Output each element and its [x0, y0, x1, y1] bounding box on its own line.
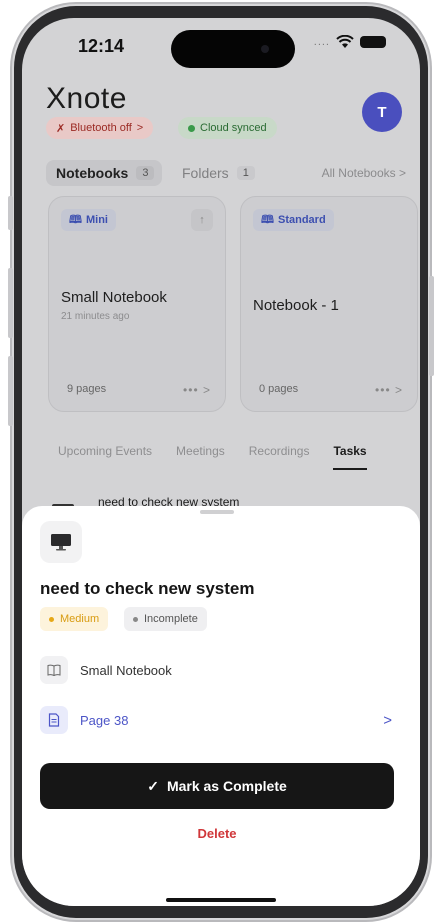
status-time: 12:14 [78, 36, 125, 56]
tab-upcoming-events[interactable]: Upcoming Events [58, 444, 152, 470]
notebook-more-button[interactable]: ••• > [183, 383, 211, 397]
folders-segment[interactable]: Folders 1 [182, 160, 255, 186]
tab-recordings[interactable]: Recordings [249, 444, 310, 470]
mark-complete-button[interactable]: ✓ Mark as Complete [40, 763, 394, 809]
mark-complete-label: Mark as Complete [166, 778, 287, 794]
tab-meetings[interactable]: Meetings [176, 444, 225, 470]
folders-segment-label: Folders [182, 165, 229, 181]
folders-count-badge: 1 [236, 166, 255, 180]
chevron-right-icon: > [383, 711, 392, 729]
app-logo: Xnote [46, 82, 127, 115]
user-avatar[interactable]: T [362, 92, 402, 132]
status-label: Incomplete [144, 613, 198, 625]
priority-label: Medium [60, 613, 100, 625]
dynamic-island [171, 30, 295, 68]
notebook-title: Notebook - 1 [253, 297, 339, 314]
cloud-status-dot [188, 124, 195, 132]
battery-icon [360, 36, 386, 48]
sheet-drag-handle[interactable] [200, 510, 234, 514]
book-icon: 🕮 [69, 213, 82, 226]
notebook-title: Small Notebook [61, 289, 167, 306]
content-tabs: Upcoming Events Meetings Recordings Task… [58, 444, 418, 470]
notebook-updated-time: 21 minutes ago [61, 311, 130, 322]
notebooks-segment-label: Notebooks [56, 165, 129, 181]
notebooks-count-badge: 3 [136, 166, 155, 180]
chevron-right-icon: > [136, 122, 144, 134]
cloud-status-label: Cloud synced [200, 122, 267, 134]
bluetooth-off-icon: ✗ [56, 122, 66, 135]
notebook-more-button[interactable]: ••• > [375, 383, 403, 397]
app-screen: 12:14 .... Xnote T ✗ Bluetooth off > Clo… [22, 18, 420, 906]
notebook-size-label: Mini [85, 214, 108, 226]
home-indicator[interactable] [166, 898, 276, 902]
volume-down-button [8, 356, 13, 426]
camera-dot [261, 45, 269, 53]
all-notebooks-link[interactable]: All Notebooks > [322, 166, 406, 180]
notebooks-segment[interactable]: Notebooks 3 [46, 160, 163, 186]
task-detail-sheet: need to check new system Medium Incomple… [22, 506, 420, 906]
power-button [429, 276, 434, 376]
task-page-link[interactable]: Page 38 > [40, 706, 396, 734]
task-notebook-row: Small Notebook [40, 656, 172, 684]
cloud-status-pill: Cloud synced [178, 117, 277, 139]
bluetooth-status-pill[interactable]: ✗ Bluetooth off > [46, 117, 154, 139]
tab-tasks[interactable]: Tasks [333, 444, 367, 470]
notebook-page-count: 0 pages [259, 383, 299, 395]
delete-task-button[interactable]: Delete [22, 826, 412, 841]
priority-dot [49, 616, 54, 622]
notebook-size-label: Standard [277, 214, 326, 226]
document-icon [40, 706, 68, 734]
check-icon: ✓ [147, 777, 159, 794]
action-button [8, 196, 13, 230]
task-notebook-name: Small Notebook [80, 662, 172, 678]
bluetooth-status-label: Bluetooth off [70, 122, 132, 134]
upload-icon[interactable]: ↑ [191, 209, 213, 231]
book-icon [40, 656, 68, 684]
monitor-icon [51, 534, 71, 551]
notebook-size-tag: 🕮 Standard [253, 209, 334, 231]
task-title: need to check new system [40, 579, 255, 598]
signal-icon: .... [313, 36, 330, 48]
notebook-size-tag: 🕮 Mini [61, 209, 116, 231]
task-page-label: Page 38 [80, 712, 129, 728]
status-badge: Incomplete [124, 607, 207, 631]
volume-up-button [8, 268, 13, 338]
notebook-card[interactable]: 🕮 Mini ↑ Small Notebook 21 minutes ago 9… [48, 196, 226, 412]
task-icon-box [40, 521, 82, 563]
priority-badge: Medium [40, 607, 109, 631]
notebook-page-count: 9 pages [67, 383, 107, 395]
book-icon: 🕮 [261, 213, 274, 226]
wifi-icon [336, 35, 354, 48]
notebook-card[interactable]: 🕮 Standard Notebook - 1 0 pages ••• > [240, 196, 418, 412]
status-icons: .... [314, 35, 386, 49]
status-dot [133, 616, 138, 622]
